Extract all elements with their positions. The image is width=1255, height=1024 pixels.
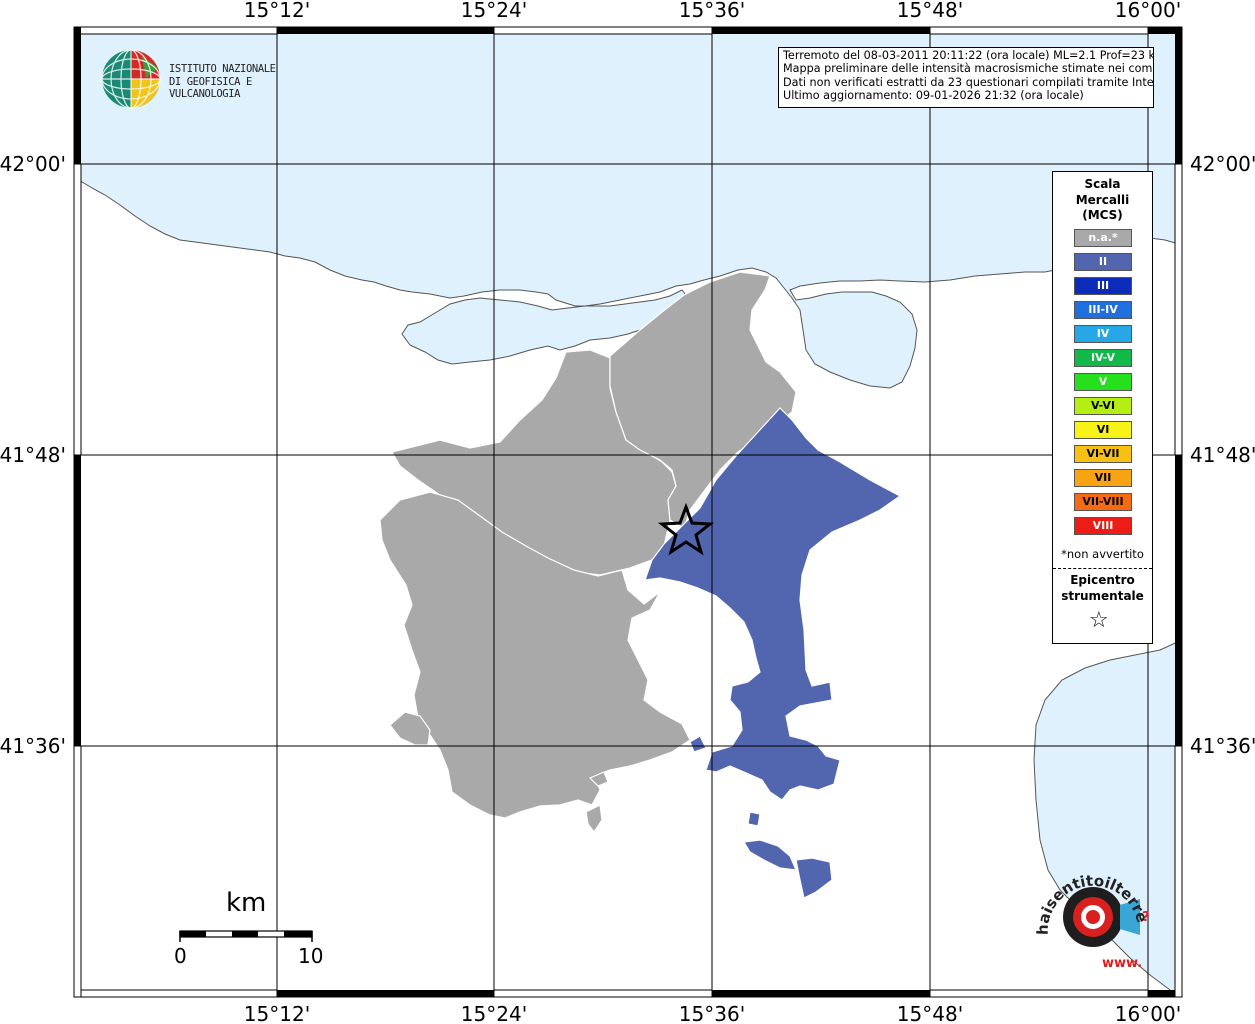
scale-max: 10 xyxy=(298,944,324,968)
scale-bar-graphic xyxy=(179,930,313,942)
lon-label-top: 16°00' xyxy=(1115,0,1181,22)
municipality-II-4 xyxy=(747,811,761,827)
hsit-url-prefix: www. xyxy=(1102,956,1142,971)
ingv-line1: ISTITUTO NAZIONALE xyxy=(169,63,276,75)
scale-unit: km xyxy=(226,888,267,918)
lat-label-right: 41°36' xyxy=(1190,734,1255,758)
lon-label-bottom: 15°36' xyxy=(679,1002,745,1024)
legend-epicenter-line: strumentale xyxy=(1061,588,1144,603)
legend-item: IV-V xyxy=(1074,349,1132,367)
lon-labels-bottom: 15°12' 15°24' 15°36' 15°48' 16°00' xyxy=(244,1002,1181,1024)
lat-labels-left: 42°00' 41°48' 41°36' xyxy=(0,152,66,758)
lon-label-top: 15°48' xyxy=(897,0,963,22)
scale-bar: km 0 10 xyxy=(170,888,330,968)
lon-label-top: 15°36' xyxy=(679,0,745,22)
legend-title-line: Scala xyxy=(1084,177,1121,191)
legend-item: IV xyxy=(1074,325,1132,343)
legend-item: VI-VII xyxy=(1074,445,1132,463)
legend-item: III-IV xyxy=(1074,301,1132,319)
legend-item: III xyxy=(1074,277,1132,295)
ingv-line2: DI GEOFISICA E VULCANOLOGIA xyxy=(169,75,252,101)
lon-label-bottom: 15°12' xyxy=(244,1002,310,1024)
lat-label-right: 41°48' xyxy=(1190,443,1255,467)
legend-title-line: Mercalli xyxy=(1075,192,1130,207)
ingv-logo: ISTITUTO NAZIONALE DI GEOFISICA E VULCAN… xyxy=(100,48,320,110)
lat-label-left: 41°48' xyxy=(0,443,66,467)
legend-item: V-VI xyxy=(1074,397,1132,415)
legend-item: VII xyxy=(1074,469,1132,487)
event-info-line: Ultimo aggiornamento: 09-01-2026 21:32 (… xyxy=(783,88,1084,102)
lat-label-left: 42°00' xyxy=(0,152,66,176)
event-info-line: Dati non verificati estratti da 23 quest… xyxy=(783,75,1154,89)
hsit-emblem-icon: haisentitoilterremoto.it www. ? xyxy=(1022,841,1151,971)
legend-item: n.a.* xyxy=(1074,229,1132,247)
ingv-text: ISTITUTO NAZIONALE DI GEOFISICA E VULCAN… xyxy=(169,63,320,101)
event-info-line: Mappa preliminare delle intensità macros… xyxy=(783,62,1154,76)
lon-label-bottom: 15°24' xyxy=(461,1002,527,1024)
legend-item: V xyxy=(1074,373,1132,391)
legend-title: Scala Mercalli (MCS) xyxy=(1053,177,1152,224)
hsit-question: ? xyxy=(1142,910,1150,925)
lon-label-bottom: 15°48' xyxy=(897,1002,963,1024)
legend-title-line: (MCS) xyxy=(1082,208,1123,222)
legend-note: *non avvertito xyxy=(1061,547,1144,561)
lon-label-top: 15°24' xyxy=(461,0,527,22)
event-info-box: Terremoto del 08-03-2011 20:11:22 (ora l… xyxy=(778,47,1154,108)
lon-labels-top: 15°12' 15°24' 15°36' 15°48' 16°00' xyxy=(244,0,1181,22)
scale-min: 0 xyxy=(174,944,187,968)
legend-epicenter-label: Epicentro strumentale xyxy=(1053,573,1152,604)
legend-item: VII-VIII xyxy=(1074,493,1132,511)
lat-label-left: 41°36' xyxy=(0,734,66,758)
lat-labels-right: 42°00' 41°48' 41°36' xyxy=(1190,152,1255,758)
lon-label-bottom: 16°00' xyxy=(1115,1002,1181,1024)
globe-icon xyxy=(101,49,161,109)
legend-item: VIII xyxy=(1074,517,1132,535)
hsit-logo: haisentitoilterremoto.it www. ? xyxy=(1022,841,1160,975)
legend-star-icon: ☆ xyxy=(1089,608,1109,633)
intensity-legend: Scala Mercalli (MCS) n.a.* II III III-IV IV I… xyxy=(1052,171,1153,644)
event-info-line: Terremoto del 08-03-2011 20:11:22 (ora l… xyxy=(783,49,1154,62)
legend-separator xyxy=(1053,568,1152,569)
legend-item: VI xyxy=(1074,421,1132,439)
lat-label-right: 42°00' xyxy=(1190,152,1255,176)
legend-item: II xyxy=(1074,253,1132,271)
lon-label-top: 15°12' xyxy=(244,0,310,22)
legend-epicenter-line: Epicentro xyxy=(1070,573,1135,587)
